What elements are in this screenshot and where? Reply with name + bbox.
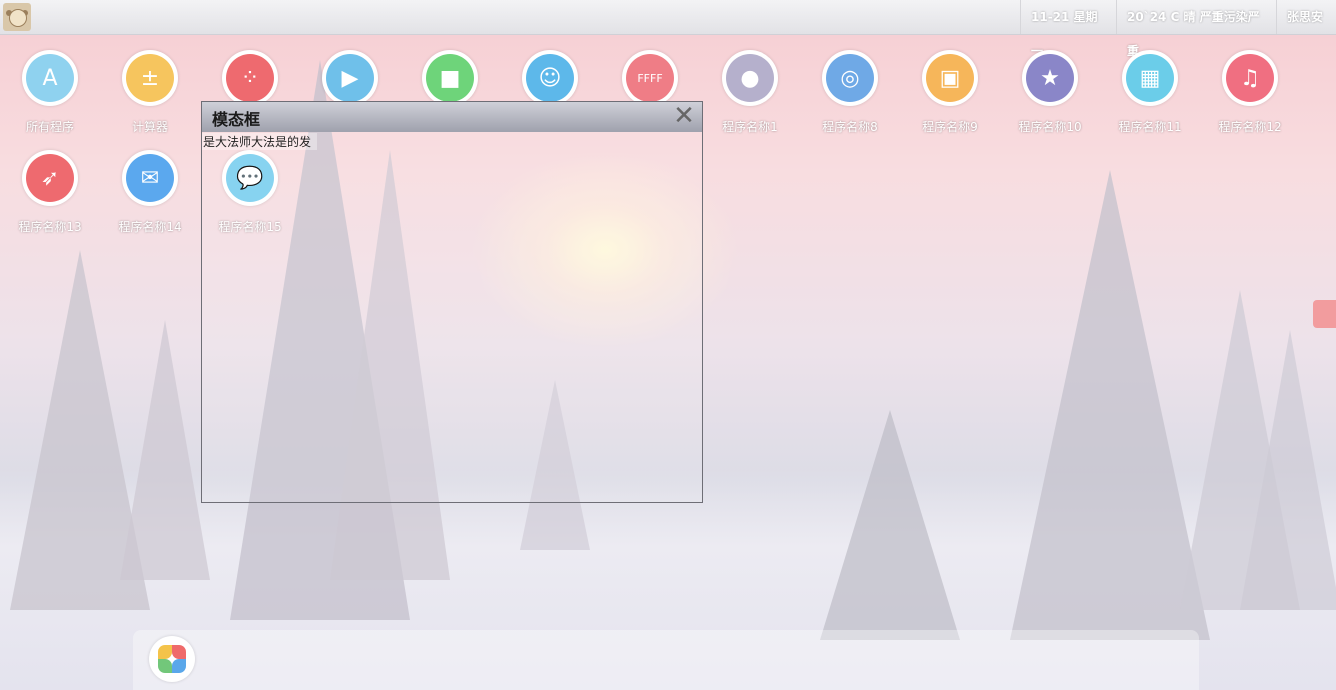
mail-icon: ✉ (126, 154, 174, 202)
app-label: 所有程序 (25, 120, 74, 134)
rocket-icon: ➶ (26, 154, 74, 202)
app-label: 程序名称12 (1218, 120, 1282, 134)
dvd-icon: ◎ (826, 54, 874, 102)
app-store-icon: A (26, 54, 74, 102)
app-label: 程序名称10 (1018, 120, 1082, 134)
modal-header: 模态框 ✕ (202, 102, 702, 132)
app-label: 程序名称1 (722, 120, 778, 134)
bubbles-icon: ● (726, 54, 774, 102)
app-rocket[interactable]: ➶ 程序名称13 (0, 138, 100, 238)
modal-body-text: 是大法师大法是的发 (202, 133, 318, 150)
photos-pinwheel-icon[interactable] (149, 636, 195, 682)
avatar[interactable] (3, 3, 31, 31)
app-music[interactable]: ♫ 程序名称12 (1200, 38, 1300, 138)
media-player-icon: ▶ (326, 54, 374, 102)
app-photos[interactable]: ▦ 程序名称11 (1100, 38, 1200, 138)
star-icon: ★ (1026, 54, 1074, 102)
side-tab[interactable] (1313, 300, 1336, 328)
app-label: 计算器 (131, 120, 168, 134)
calculator-icon: ± (126, 54, 174, 102)
modal-title: 模态框 (212, 110, 261, 129)
photo-booth-icon: ▣ (926, 54, 974, 102)
top-bar: 11-21 星期一 20`24 C 晴 严重污染严重 张思安 (0, 0, 1336, 58)
app-photo-booth[interactable]: ▣ 程序名称9 (900, 38, 1000, 138)
finder-icon: ☺ (526, 54, 574, 102)
app-mail[interactable]: ✉ 程序名称14 (100, 138, 200, 238)
app-label: 程序名称14 (118, 220, 182, 234)
modal-dialog: 模态框 ✕ 是大法师大法是的发 (201, 101, 703, 503)
app-dvd[interactable]: ◎ 程序名称8 (800, 38, 900, 138)
app-label: 程序名称13 (18, 220, 82, 234)
date-display: 11-21 星期一 (1020, 0, 1116, 58)
ffff-icon: FFFF (626, 54, 674, 102)
photos-icon: ▦ (1126, 54, 1174, 102)
app-calculator[interactable]: ± 计算器 (100, 38, 200, 138)
user-name[interactable]: 张思安 (1276, 0, 1336, 34)
app-star[interactable]: ★ 程序名称10 (1000, 38, 1100, 138)
app-bubbles[interactable]: ● 程序名称1 (700, 38, 800, 138)
game-center-icon: ⁘ (226, 54, 274, 102)
app-label: 程序名称8 (822, 120, 878, 134)
app-label: 程序名称11 (1118, 120, 1182, 134)
facetime-icon: ■ (426, 54, 474, 102)
close-icon[interactable]: ✕ (672, 103, 696, 129)
dock (133, 630, 1199, 690)
music-icon: ♫ (1226, 54, 1274, 102)
app-label: 程序名称9 (922, 120, 978, 134)
app-app-store[interactable]: A 所有程序 (0, 38, 100, 138)
weather-display: 20`24 C 晴 严重污染严重 (1116, 0, 1276, 58)
